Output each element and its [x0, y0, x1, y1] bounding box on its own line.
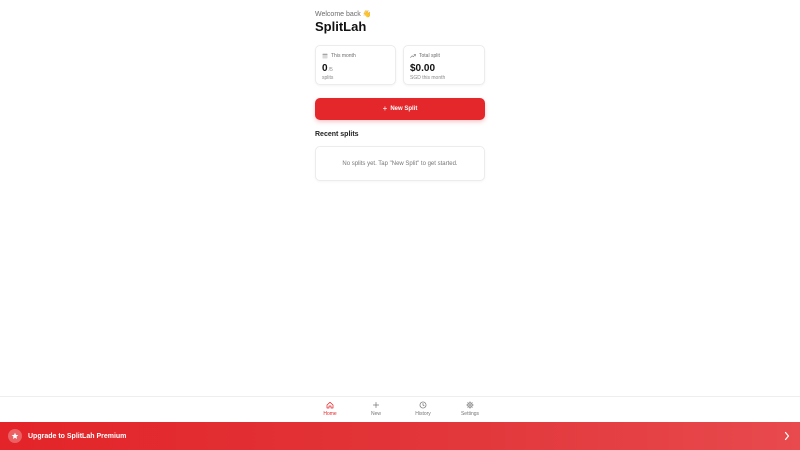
clock-icon — [419, 401, 427, 409]
nav-label: Settings — [460, 411, 480, 417]
nav-item-history[interactable]: History — [408, 401, 438, 417]
empty-state-text: No splits yet. Tap "New Split" to get st… — [342, 160, 458, 167]
recent-splits-empty-state: No splits yet. Tap "New Split" to get st… — [315, 146, 485, 181]
stat-value: $0.00 — [410, 63, 436, 74]
page-title: SplitLah — [315, 19, 367, 34]
home-icon — [326, 401, 334, 409]
plus-icon — [372, 401, 380, 409]
new-split-button[interactable]: + New Split — [315, 98, 485, 120]
stat-caption: splits — [322, 75, 334, 81]
bottom-nav: Home New History Settings — [0, 396, 800, 423]
stat-card-total-split: Total split $0.00 SGD this month — [403, 45, 485, 85]
new-split-label: New Split — [390, 106, 418, 112]
stat-label: This month — [331, 53, 356, 59]
splits-count: 0 — [322, 63, 328, 74]
stat-card-this-month: This month 0/5 splits — [315, 45, 396, 85]
trend-up-icon — [410, 54, 416, 58]
chevron-right-icon — [784, 431, 790, 441]
splits-limit: /5 — [328, 67, 333, 73]
upgrade-label: Upgrade to SplitLah Premium — [28, 432, 127, 440]
nav-label: History — [415, 411, 431, 417]
nav-label: New — [370, 411, 381, 417]
stat-header: This month — [322, 53, 356, 59]
recent-splits-title: Recent splits — [315, 131, 359, 138]
star-badge — [8, 429, 22, 443]
stat-value: 0/5 — [322, 63, 333, 74]
nav-label: Home — [323, 411, 337, 417]
nav-item-home[interactable]: Home — [315, 401, 345, 417]
gear-icon — [466, 401, 474, 409]
stat-caption: SGD this month — [410, 75, 446, 81]
stat-label: Total split — [419, 53, 440, 59]
nav-item-new[interactable]: New — [361, 401, 391, 417]
upgrade-premium-banner[interactable]: Upgrade to SplitLah Premium — [0, 422, 800, 450]
calendar-icon — [322, 53, 328, 59]
star-icon — [11, 432, 19, 439]
welcome-text: Welcome back 👋 — [315, 11, 372, 18]
stat-header: Total split — [410, 53, 440, 59]
plus-icon: + — [382, 104, 388, 113]
nav-item-settings[interactable]: Settings — [455, 401, 485, 417]
